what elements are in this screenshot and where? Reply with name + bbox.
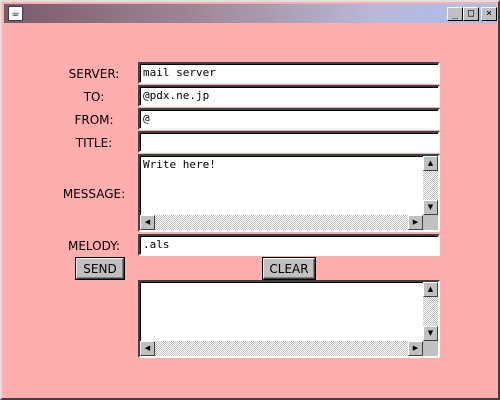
minimize-icon: _ [451,8,459,19]
close-button[interactable]: × [481,7,497,21]
from-label: FROM: [74,113,114,127]
java-cup-icon[interactable]: ☕ [8,6,23,21]
log-textarea[interactable]: ▲ ▼ ◀ ▶ [138,280,440,358]
maximize-button[interactable]: □ [463,7,479,21]
melody-input[interactable]: .als [138,234,440,256]
send-button[interactable]: SEND [76,258,124,279]
scroll-up-arrow-icon[interactable]: ▲ [423,156,438,171]
scroll-up-arrow-icon[interactable]: ▲ [423,282,438,297]
close-icon: × [485,8,493,19]
scroll-corner [423,215,438,230]
message-text: Write here! [143,158,216,171]
scroll-right-arrow-icon[interactable]: ▶ [408,341,423,356]
melody-label: MELODY: [67,239,120,253]
log-vertical-scrollbar[interactable]: ▲ ▼ [423,282,438,341]
log-horizontal-scrollbar[interactable]: ◀ ▶ [140,341,423,356]
minimize-button[interactable]: _ [447,7,463,21]
scroll-corner [423,341,438,356]
scroll-down-arrow-icon[interactable]: ▼ [423,326,438,341]
server-label: SERVER: [68,67,120,81]
to-input[interactable]: @pdx.ne.jp [138,85,440,107]
form-panel: SERVER: mail server TO: @pdx.ne.jp FROM:… [4,25,496,398]
message-label: MESSAGE: [62,187,126,201]
mail-window: ☕ _ □ × SERVER: mail server TO: @pdx.ne.… [0,0,500,400]
from-input[interactable]: @ [138,108,440,130]
scroll-right-arrow-icon[interactable]: ▶ [408,215,423,230]
maximize-icon: □ [467,8,475,19]
message-vertical-scrollbar[interactable]: ▲ ▼ [423,156,438,215]
message-textarea[interactable]: Write here! ▲ ▼ ◀ ▶ [138,154,440,232]
message-horizontal-scrollbar[interactable]: ◀ ▶ [140,215,423,230]
clear-button[interactable]: CLEAR [263,258,315,279]
scroll-left-arrow-icon[interactable]: ◀ [140,215,155,230]
title-input[interactable] [138,131,440,153]
scroll-down-arrow-icon[interactable]: ▼ [423,200,438,215]
title-bar[interactable]: ☕ _ □ × [4,4,497,23]
scroll-left-arrow-icon[interactable]: ◀ [140,341,155,356]
to-label: TO: [83,90,105,104]
title-label: TITLE: [75,136,113,150]
server-input[interactable]: mail server [138,62,440,84]
